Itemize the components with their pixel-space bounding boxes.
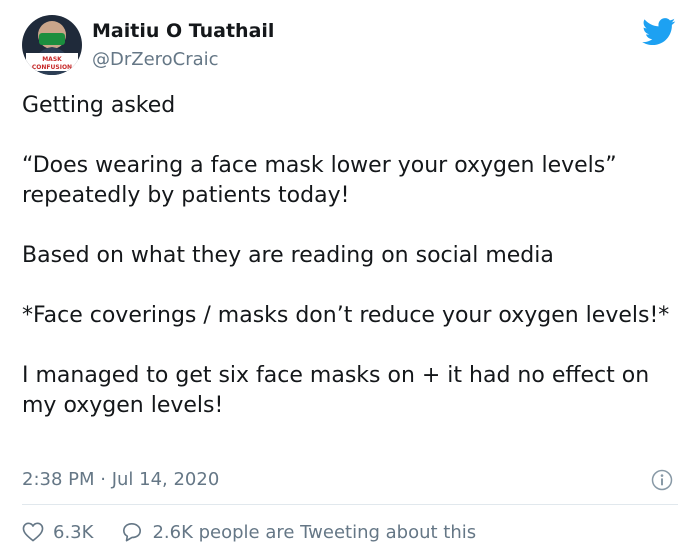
conversation-text: 2.6K people are Tweeting about this bbox=[152, 521, 477, 543]
tweet-line: “Does wearing a face mask lower your oxy… bbox=[22, 153, 617, 208]
like-button[interactable]: 6.3K bbox=[22, 522, 93, 543]
like-count: 6.3K bbox=[53, 521, 94, 543]
author-name[interactable]: Maitiu O Tuathail bbox=[92, 20, 274, 42]
tweet-line: Getting asked bbox=[22, 93, 176, 118]
author-handle[interactable]: @DrZeroCraic bbox=[92, 49, 219, 70]
avatar[interactable]: MASK CONFUSION bbox=[22, 15, 82, 75]
tweet-card: MASK CONFUSION Maitiu O Tuathail @DrZero… bbox=[0, 0, 700, 560]
tweet-line: *Face coverings / masks don’t reduce you… bbox=[22, 303, 670, 328]
twitter-bird-icon[interactable] bbox=[642, 18, 676, 46]
tweet-actions: 6.3K 2.6K people are Tweeting about this bbox=[22, 518, 476, 546]
tweet-timestamp[interactable]: 2:38 PM · Jul 14, 2020 bbox=[22, 469, 219, 490]
conversation-button[interactable]: 2.6K people are Tweeting about this bbox=[121, 522, 476, 543]
svg-text:CONFUSION: CONFUSION bbox=[32, 64, 72, 71]
speech-bubble-icon bbox=[123, 523, 142, 542]
tweet-line: Based on what they are reading on social… bbox=[22, 243, 554, 268]
heart-icon bbox=[22, 522, 44, 542]
divider bbox=[22, 504, 678, 505]
tweet-line: I managed to get six face masks on + it … bbox=[22, 363, 650, 418]
svg-text:MASK: MASK bbox=[42, 56, 62, 63]
info-icon[interactable] bbox=[651, 469, 673, 491]
tweet-body: Getting asked “Does wearing a face mask … bbox=[22, 91, 682, 421]
